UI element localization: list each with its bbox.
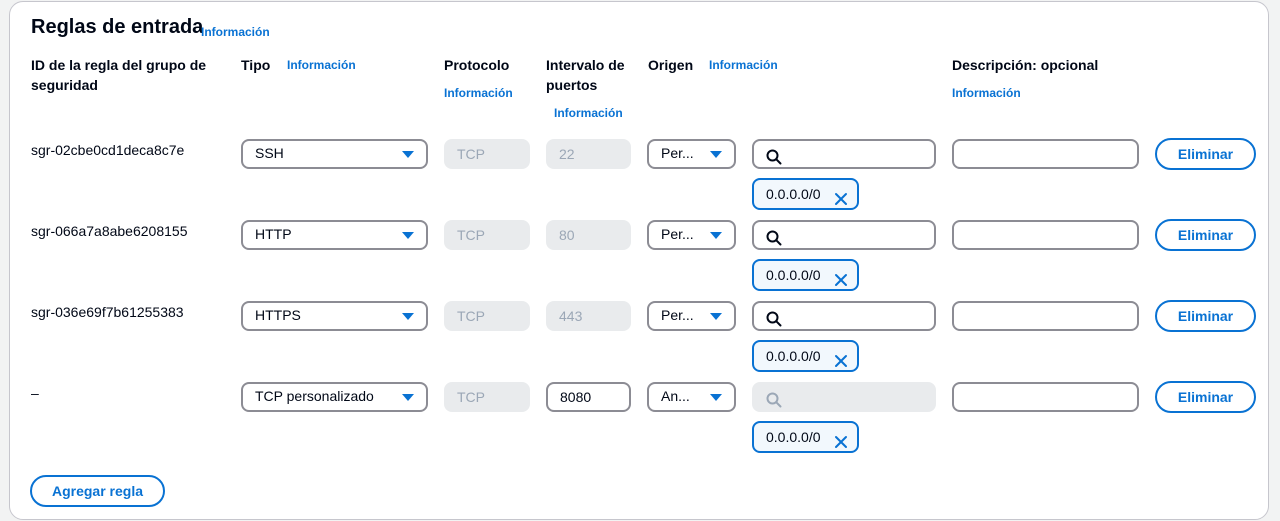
header-type-info-link[interactable]: Información — [287, 58, 356, 72]
delete-rule-button[interactable]: Eliminar — [1155, 219, 1256, 251]
source-type-value: An... — [661, 388, 690, 404]
delete-rule-button[interactable]: Eliminar — [1155, 300, 1256, 332]
caret-down-icon — [710, 232, 722, 239]
header-description-info-link[interactable]: Información — [952, 86, 1021, 100]
source-search-input[interactable] — [752, 220, 936, 250]
search-icon — [766, 147, 782, 173]
type-select[interactable]: HTTPS — [241, 301, 428, 331]
source-type-select[interactable]: An... — [647, 382, 736, 412]
header-protocol-info-link[interactable]: Información — [444, 86, 513, 100]
source-type-value: Per... — [661, 145, 694, 161]
search-icon — [766, 390, 782, 416]
rule-id: – — [31, 385, 39, 401]
add-rule-button[interactable]: Agregar regla — [30, 475, 165, 507]
cidr-token: 0.0.0.0/0 — [752, 340, 859, 372]
cidr-token-label: 0.0.0.0/0 — [766, 267, 821, 283]
port-range-field: 443 — [546, 301, 631, 331]
search-icon — [766, 228, 782, 254]
protocol-field: TCP — [444, 139, 530, 169]
close-icon[interactable] — [834, 430, 848, 458]
search-icon — [766, 309, 782, 335]
caret-down-icon — [402, 394, 414, 401]
rule-id: sgr-036e69f7b61255383 — [31, 304, 184, 320]
protocol-field: TCP — [444, 382, 530, 412]
cidr-token: 0.0.0.0/0 — [752, 259, 859, 291]
header-source-info-link[interactable]: Información — [709, 58, 778, 72]
source-type-select[interactable]: Per... — [647, 301, 736, 331]
delete-rule-button[interactable]: Eliminar — [1155, 138, 1256, 170]
type-select-value: TCP personalizado — [255, 388, 374, 404]
cidr-token: 0.0.0.0/0 — [752, 421, 859, 453]
close-icon[interactable] — [834, 268, 848, 296]
port-range-field: 80 — [546, 220, 631, 250]
source-type-value: Per... — [661, 307, 694, 323]
header-description: Descripción: opcional — [952, 57, 1099, 73]
header-source: Origen — [648, 57, 694, 73]
caret-down-icon — [402, 232, 414, 239]
header-protocol: Protocolo — [444, 57, 510, 73]
source-search-input — [752, 382, 936, 412]
caret-down-icon — [710, 151, 722, 158]
close-icon[interactable] — [834, 187, 848, 215]
source-type-value: Per... — [661, 226, 694, 242]
caret-down-icon — [710, 394, 722, 401]
type-select-value: SSH — [255, 145, 284, 161]
rule-id: sgr-02cbe0cd1deca8c7e — [31, 142, 185, 158]
cidr-token: 0.0.0.0/0 — [752, 178, 859, 210]
rule-id: sgr-066a7a8abe6208155 — [31, 223, 188, 239]
protocol-field: TCP — [444, 301, 530, 331]
port-range-field: 22 — [546, 139, 631, 169]
header-port-info-link[interactable]: Información — [554, 106, 623, 120]
description-input[interactable] — [952, 301, 1139, 331]
type-select[interactable]: SSH — [241, 139, 428, 169]
description-input[interactable] — [952, 382, 1139, 412]
cidr-token-label: 0.0.0.0/0 — [766, 186, 821, 202]
type-select-value: HTTPS — [255, 307, 301, 323]
source-search-input[interactable] — [752, 139, 936, 169]
cidr-token-label: 0.0.0.0/0 — [766, 429, 821, 445]
caret-down-icon — [402, 313, 414, 320]
description-input[interactable] — [952, 139, 1139, 169]
section-info-link[interactable]: Información — [201, 25, 270, 39]
header-rule-id: ID de la regla del grupo de seguridad — [31, 57, 207, 93]
section-title: Reglas de entrada — [31, 16, 204, 38]
description-input[interactable] — [952, 220, 1139, 250]
caret-down-icon — [710, 313, 722, 320]
source-search-input[interactable] — [752, 301, 936, 331]
protocol-field: TCP — [444, 220, 530, 250]
header-port-range: Intervalo de puertos — [546, 57, 625, 93]
source-type-select[interactable]: Per... — [647, 220, 736, 250]
type-select[interactable]: TCP personalizado — [241, 382, 428, 412]
cidr-token-label: 0.0.0.0/0 — [766, 348, 821, 364]
port-range-input[interactable]: 8080 — [546, 382, 631, 412]
type-select-value: HTTP — [255, 226, 292, 242]
delete-rule-button[interactable]: Eliminar — [1155, 381, 1256, 413]
source-type-select[interactable]: Per... — [647, 139, 736, 169]
caret-down-icon — [402, 151, 414, 158]
header-type: Tipo — [241, 57, 271, 73]
close-icon[interactable] — [834, 349, 848, 377]
type-select[interactable]: HTTP — [241, 220, 428, 250]
